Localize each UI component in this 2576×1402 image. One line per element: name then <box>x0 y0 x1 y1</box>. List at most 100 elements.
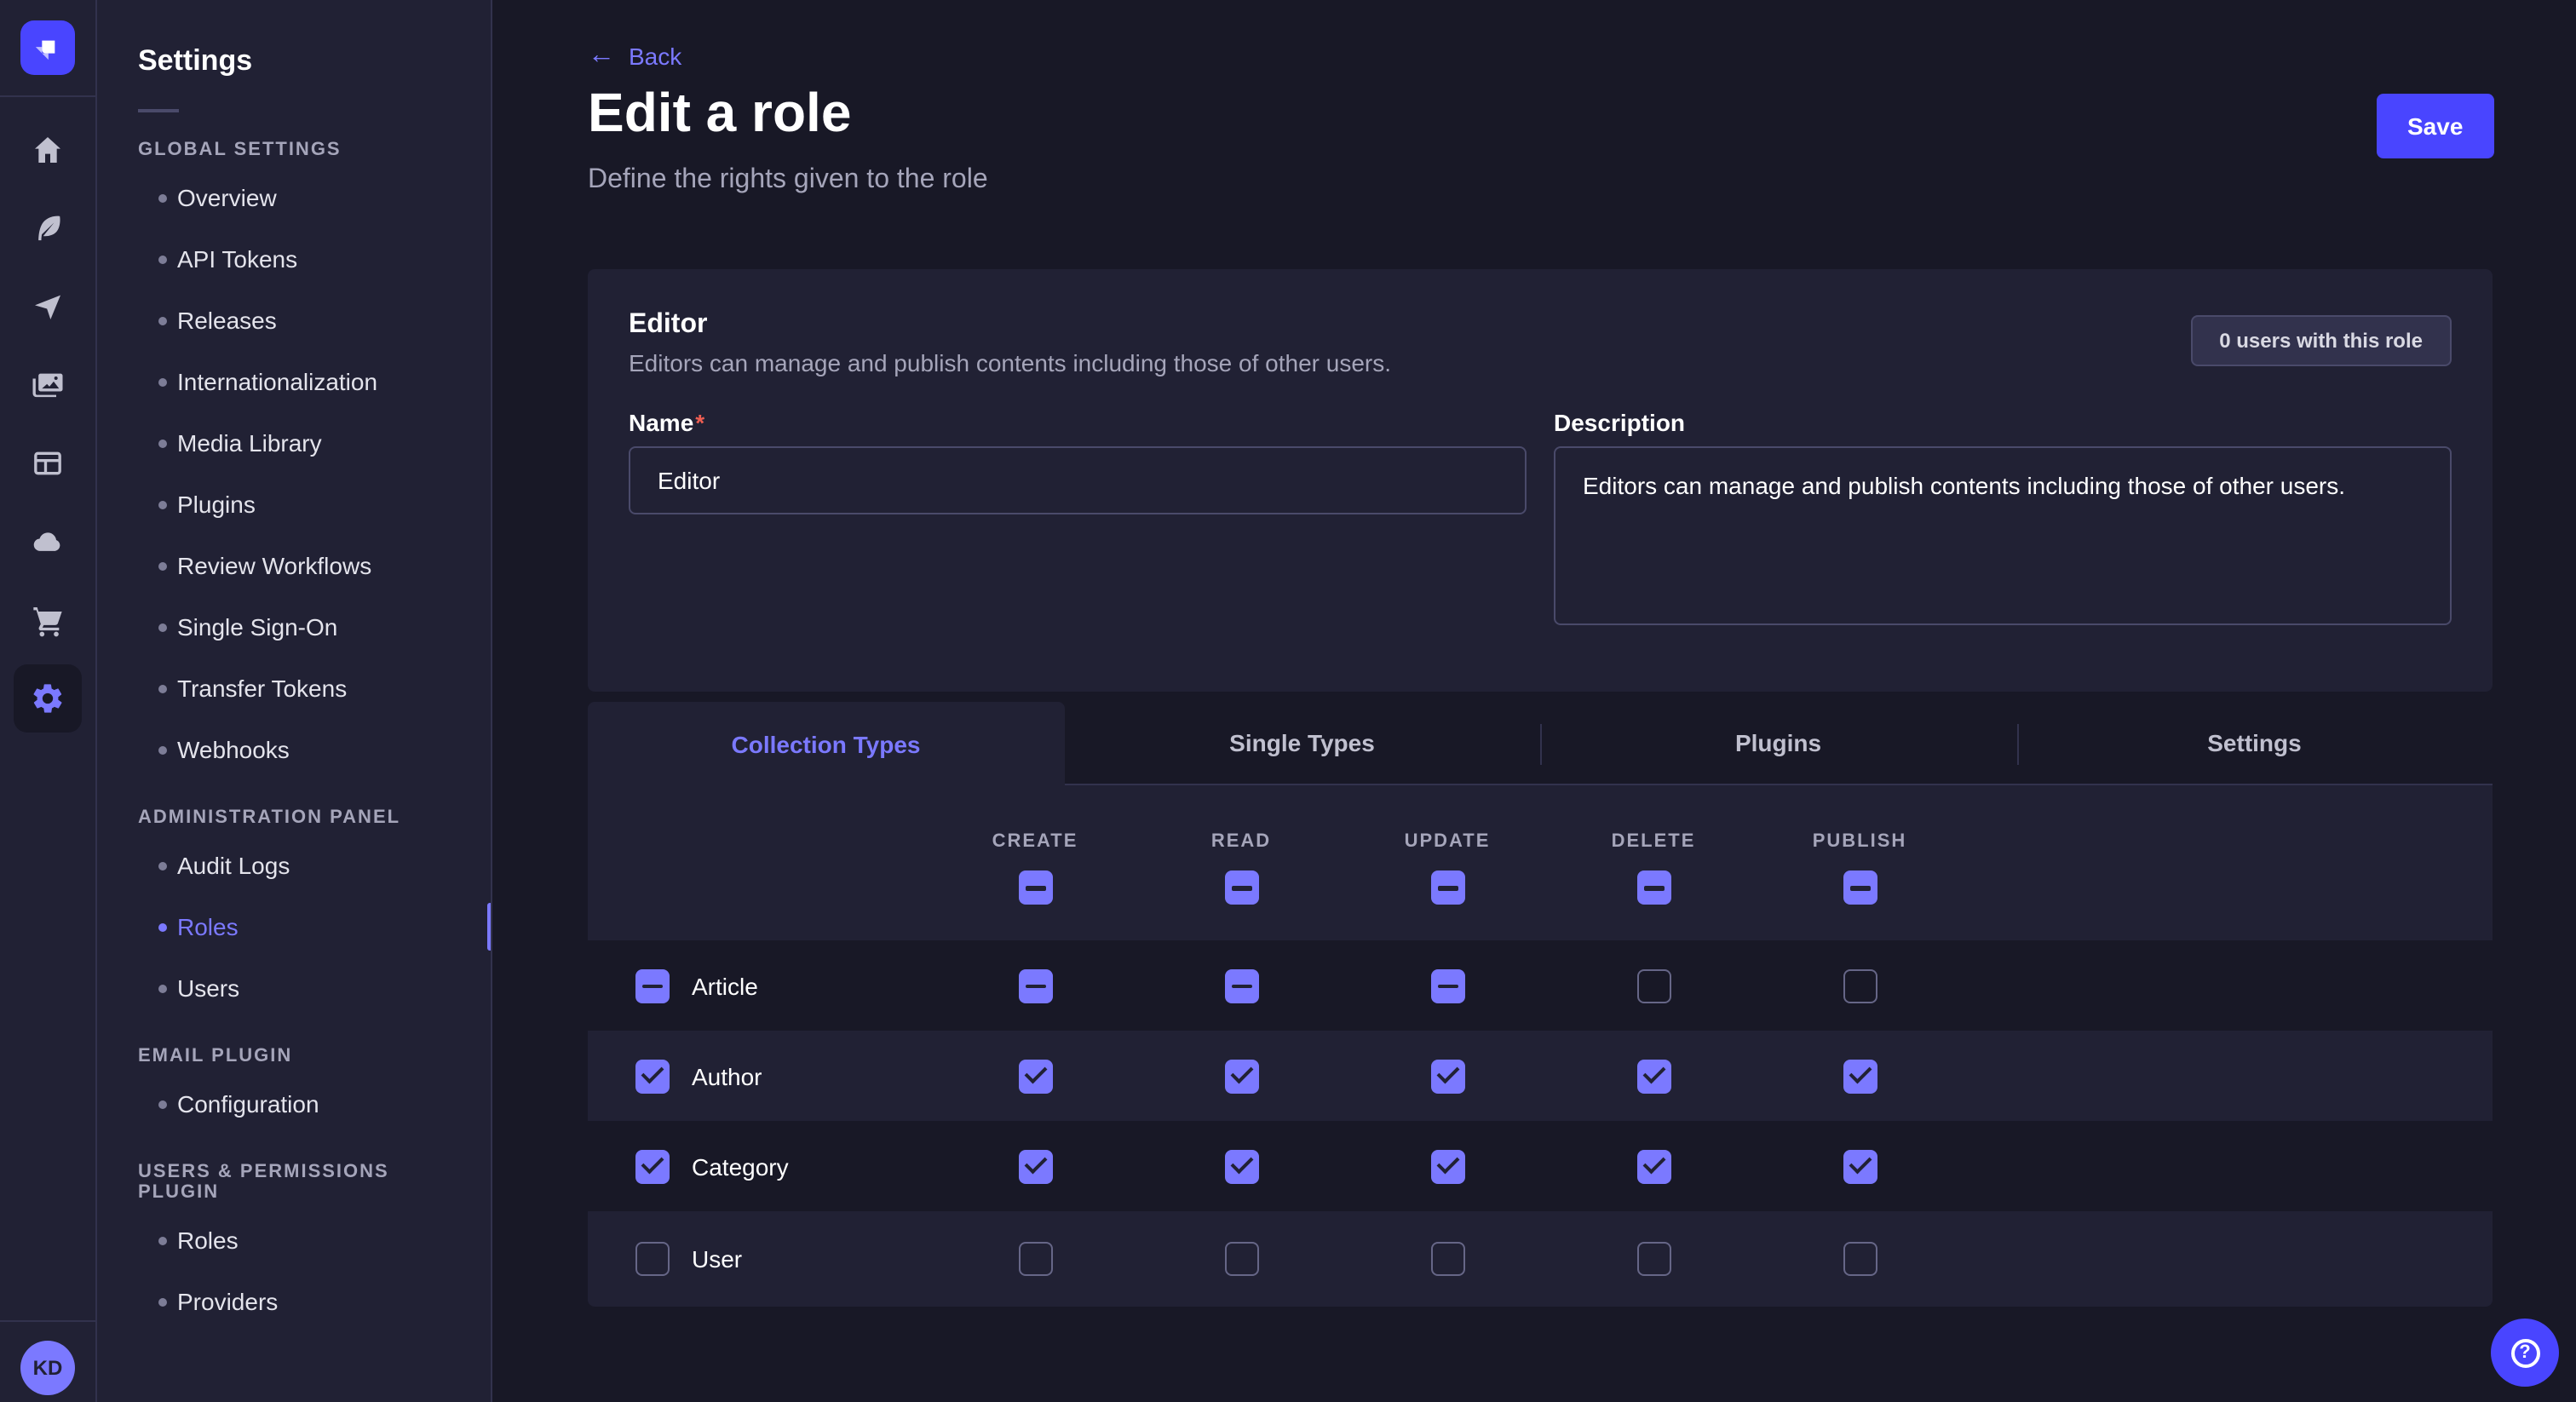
role-name-heading: Editor <box>629 310 2452 341</box>
author-publish-checkbox[interactable] <box>1843 1059 1877 1093</box>
role-description-textarea[interactable]: Editors can manage and publish contents … <box>1554 446 2452 625</box>
row-head: User <box>588 1242 932 1276</box>
users-with-role-button[interactable]: 0 users with this role <box>2190 315 2452 366</box>
user-publish-checkbox[interactable] <box>1843 1242 1877 1276</box>
role-form-fields: Name* Description Editors can manage and… <box>629 409 2452 634</box>
sidebar-item-single-sign-on[interactable]: Single Sign-On <box>97 596 491 658</box>
bullet-icon <box>158 1236 167 1244</box>
role-name-input[interactable] <box>629 446 1527 514</box>
rail-item-cart[interactable] <box>14 586 82 654</box>
user-create-checkbox[interactable] <box>1018 1242 1052 1276</box>
rail-item-feather[interactable] <box>14 194 82 262</box>
bullet-icon <box>158 561 167 570</box>
sidebar-item-overview[interactable]: Overview <box>97 167 491 228</box>
permissions-tabs: Collection TypesSingle TypesPluginsSetti… <box>588 702 2493 785</box>
row-article-checkbox[interactable] <box>635 968 670 1003</box>
bullet-icon <box>158 745 167 754</box>
subnav-title-divider <box>138 109 179 112</box>
sidebar-item-webhooks[interactable]: Webhooks <box>97 719 491 780</box>
cell-article-publish <box>1757 968 1963 1003</box>
author-create-checkbox[interactable] <box>1018 1059 1052 1093</box>
permission-row-user: User <box>588 1211 2493 1307</box>
sidebar-item-providers[interactable]: Providers <box>97 1271 491 1332</box>
strapi-logo-icon[interactable] <box>20 20 75 75</box>
sidebar-item-transfer-tokens[interactable]: Transfer Tokens <box>97 658 491 719</box>
rail-item-layout[interactable] <box>14 429 82 497</box>
user-delete-checkbox[interactable] <box>1636 1242 1670 1276</box>
article-update-checkbox[interactable] <box>1430 968 1464 1003</box>
permission-row-author: Author <box>588 1031 2493 1121</box>
category-delete-checkbox[interactable] <box>1636 1149 1670 1183</box>
cell-author-delete <box>1550 1059 1757 1093</box>
sidebar-item-label: Internationalization <box>177 368 377 395</box>
user-read-checkbox[interactable] <box>1224 1242 1258 1276</box>
select-all-publish-checkbox[interactable] <box>1843 871 1877 905</box>
rail-item-images[interactable] <box>14 351 82 419</box>
sidebar-item-review-workflows[interactable]: Review Workflows <box>97 535 491 596</box>
cell-category-update <box>1344 1149 1550 1183</box>
article-read-checkbox[interactable] <box>1224 968 1258 1003</box>
sidebar-item-configuration[interactable]: Configuration <box>97 1073 491 1135</box>
cell-article-update <box>1344 968 1550 1003</box>
bullet-icon <box>158 684 167 692</box>
sidebar-item-audit-logs[interactable]: Audit Logs <box>97 835 491 896</box>
author-delete-checkbox[interactable] <box>1636 1059 1670 1093</box>
row-author-checkbox[interactable] <box>635 1059 670 1093</box>
permissions-table-header: CREATEREADUPDATEDELETEPUBLISH <box>588 785 2493 940</box>
sidebar-item-label: Plugins <box>177 491 256 518</box>
sidebar-item-releases[interactable]: Releases <box>97 290 491 351</box>
row-label: User <box>692 1245 742 1273</box>
column-label: CREATE <box>992 831 1078 852</box>
rail-item-paper-plane[interactable] <box>14 273 82 341</box>
sidebar-item-label: Releases <box>177 307 277 334</box>
select-all-update-checkbox[interactable] <box>1430 871 1464 905</box>
select-all-create-checkbox[interactable] <box>1018 871 1052 905</box>
back-link[interactable]: ← Back <box>588 43 681 70</box>
icon-rail: KD <box>0 0 97 1402</box>
strapi-admin-app: KD Settings GLOBAL SETTINGS OverviewAPI T… <box>0 0 2576 1402</box>
author-read-checkbox[interactable] <box>1224 1059 1258 1093</box>
subnav-section-users-permissions-plugin: USERS & PERMISSIONS PLUGIN <box>138 1162 450 1203</box>
sidebar-item-api-tokens[interactable]: API Tokens <box>97 228 491 290</box>
subnav-section-global-settings: GLOBAL SETTINGS <box>138 140 450 160</box>
sidebar-item-roles[interactable]: Roles <box>97 896 491 957</box>
cell-category-create <box>932 1149 1138 1183</box>
tab-single-types[interactable]: Single Types <box>1064 702 1540 785</box>
sidebar-item-roles[interactable]: Roles <box>97 1210 491 1271</box>
category-update-checkbox[interactable] <box>1430 1149 1464 1183</box>
select-all-read-checkbox[interactable] <box>1224 871 1258 905</box>
article-delete-checkbox[interactable] <box>1636 968 1670 1003</box>
category-create-checkbox[interactable] <box>1018 1149 1052 1183</box>
header-col-read: READ <box>1138 785 1344 940</box>
sidebar-item-plugins[interactable]: Plugins <box>97 474 491 535</box>
category-publish-checkbox[interactable] <box>1843 1149 1877 1183</box>
avatar[interactable]: KD <box>20 1341 75 1395</box>
author-update-checkbox[interactable] <box>1430 1059 1464 1093</box>
save-button[interactable]: Save <box>2377 94 2493 158</box>
row-head: Article <box>588 968 932 1003</box>
row-user-checkbox[interactable] <box>635 1242 670 1276</box>
rail-item-home[interactable] <box>14 116 82 184</box>
category-read-checkbox[interactable] <box>1224 1149 1258 1183</box>
required-asterisk: * <box>695 409 704 436</box>
article-publish-checkbox[interactable] <box>1843 968 1877 1003</box>
sidebar-item-internationalization[interactable]: Internationalization <box>97 351 491 412</box>
cell-user-read <box>1138 1242 1344 1276</box>
user-update-checkbox[interactable] <box>1430 1242 1464 1276</box>
tab-settings[interactable]: Settings <box>2016 702 2493 785</box>
article-create-checkbox[interactable] <box>1018 968 1052 1003</box>
sidebar-item-media-library[interactable]: Media Library <box>97 412 491 474</box>
row-head: Author <box>588 1059 932 1093</box>
row-label: Article <box>692 972 758 999</box>
layout-icon <box>31 446 65 480</box>
help-button[interactable]: ? <box>2491 1319 2559 1387</box>
sidebar-item-users[interactable]: Users <box>97 957 491 1019</box>
rail-item-cloud[interactable] <box>14 508 82 576</box>
row-label: Author <box>692 1062 762 1089</box>
select-all-delete-checkbox[interactable] <box>1636 871 1670 905</box>
rail-item-gear[interactable] <box>14 664 82 733</box>
tab-collection-types[interactable]: Collection Types <box>588 702 1064 785</box>
tab-plugins[interactable]: Plugins <box>1540 702 2016 785</box>
row-label: Category <box>692 1152 789 1180</box>
row-category-checkbox[interactable] <box>635 1149 670 1183</box>
